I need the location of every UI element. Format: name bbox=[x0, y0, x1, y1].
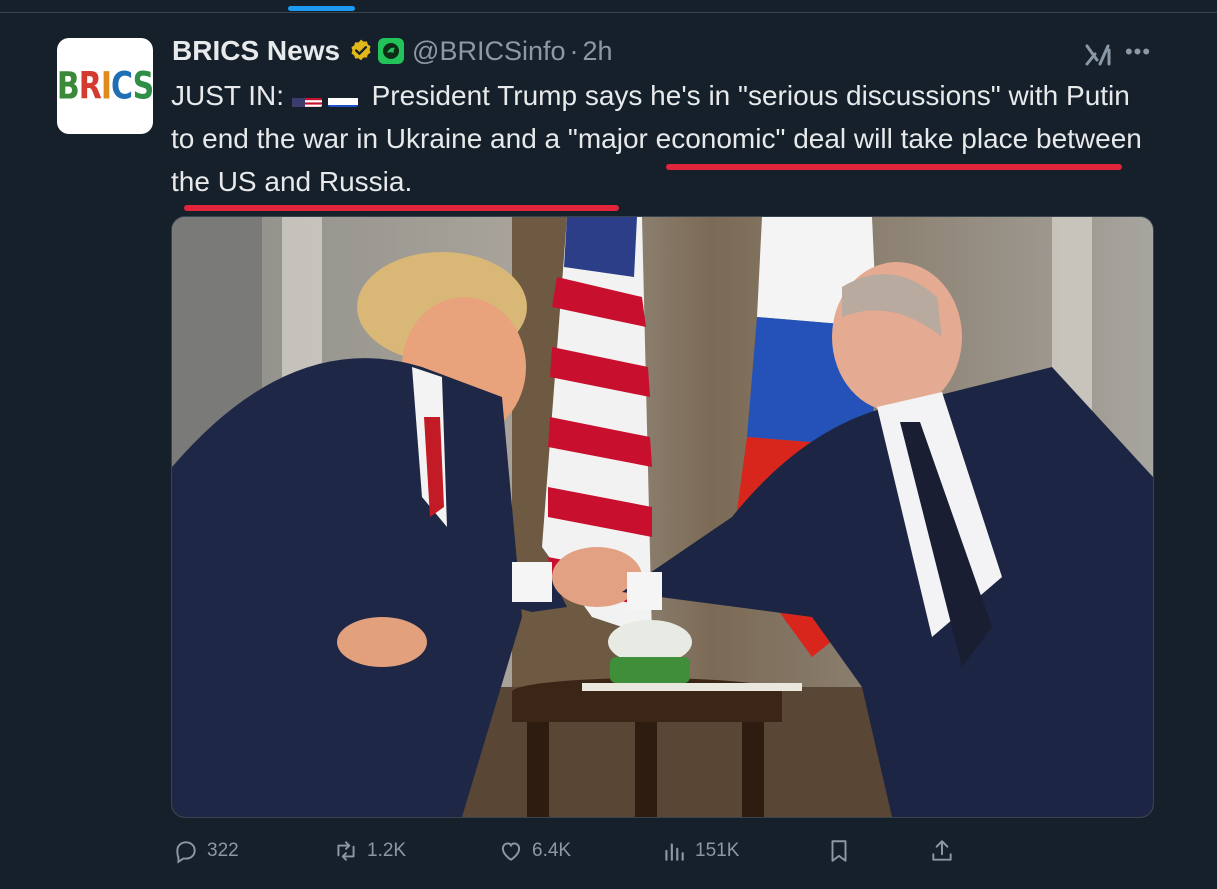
bookmark-icon bbox=[831, 840, 847, 862]
like-button[interactable]: 6.4K bbox=[498, 836, 571, 866]
us-flag-icon bbox=[291, 87, 322, 107]
top-divider bbox=[0, 0, 1217, 13]
views-button[interactable]: 151K bbox=[661, 836, 739, 866]
bookmark-button[interactable] bbox=[826, 836, 860, 866]
highlight-underline bbox=[184, 205, 619, 211]
handshake-photo bbox=[172, 217, 1153, 817]
handle[interactable]: @BRICSinfo bbox=[412, 36, 565, 67]
repost-count: 1.2K bbox=[367, 840, 407, 861]
timestamp[interactable]: 2h bbox=[583, 36, 613, 67]
repost-button[interactable]: 1.2K bbox=[333, 836, 406, 866]
russia-flag-icon bbox=[327, 87, 358, 107]
share-icon bbox=[932, 840, 952, 861]
share-button[interactable] bbox=[929, 836, 963, 866]
tweet-header: BRICS News @BRICSinfo · 2h bbox=[172, 34, 613, 68]
active-tab-indicator bbox=[288, 6, 355, 11]
repost-icon bbox=[337, 841, 355, 861]
like-count: 6.4K bbox=[532, 840, 572, 861]
avatar-logo: BRICS bbox=[57, 64, 153, 108]
separator: · bbox=[569, 35, 579, 66]
heart-icon bbox=[501, 842, 521, 861]
action-bar: 322 1.2K 6.4K 151K bbox=[171, 836, 1156, 866]
tweet-text: JUST IN: President Trump says he's in "s… bbox=[171, 74, 1156, 203]
tweet-photo[interactable] bbox=[171, 216, 1154, 818]
reply-count: 322 bbox=[207, 840, 239, 861]
more-icon[interactable]: ••• bbox=[1124, 38, 1152, 66]
reply-button[interactable]: 322 bbox=[173, 836, 239, 866]
verified-badge-icon bbox=[351, 39, 371, 61]
tweet-prefix: JUST IN: bbox=[171, 80, 285, 111]
avatar[interactable]: BRICS bbox=[57, 38, 153, 134]
views-count: 151K bbox=[695, 840, 740, 861]
display-name[interactable]: BRICS News bbox=[172, 35, 340, 67]
highlight-underline bbox=[666, 164, 1122, 170]
views-icon bbox=[665, 843, 684, 861]
grok-icon[interactable] bbox=[1083, 40, 1113, 70]
affiliate-badge-icon[interactable] bbox=[378, 38, 405, 64]
reply-icon bbox=[176, 841, 196, 864]
